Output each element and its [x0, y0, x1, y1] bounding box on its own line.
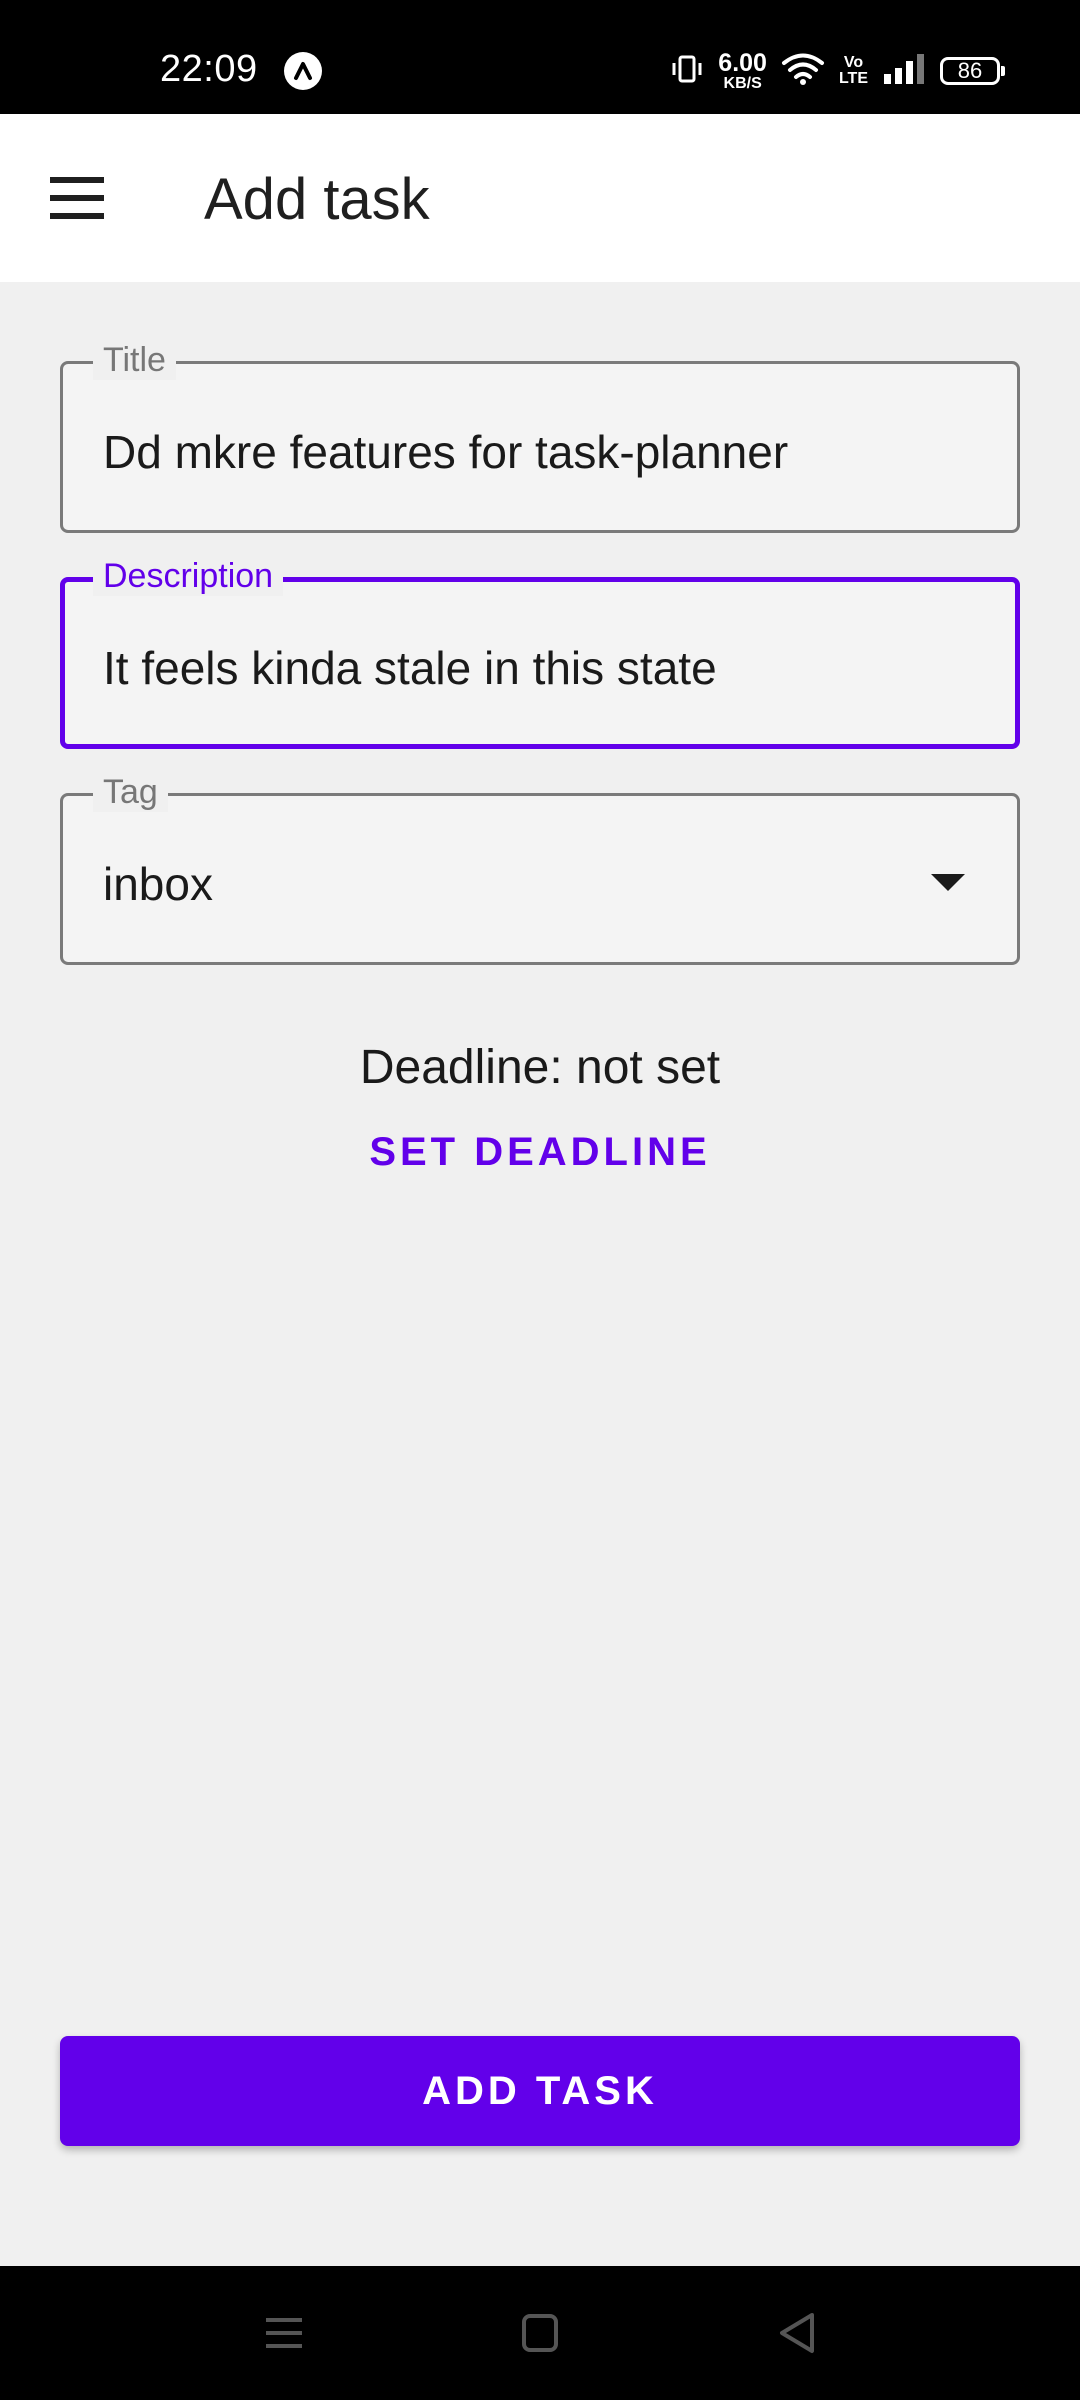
description-field-value[interactable]: It feels kinda stale in this state — [103, 640, 717, 696]
add-task-button[interactable]: ADD TASK — [60, 2036, 1020, 2146]
deadline-status: Deadline: not set — [359, 1041, 721, 1094]
title-field-label: Title — [93, 340, 176, 380]
page-title: Add task — [204, 167, 430, 232]
signal-icon — [882, 52, 926, 91]
app-bar: Add task — [0, 114, 1080, 282]
tag-field-label: Tag — [93, 772, 168, 812]
wifi-icon — [781, 52, 825, 91]
status-bar: 22:09 6.00 KB/S Vo LTE 86 — [0, 0, 1080, 114]
volte-indicator: Vo LTE — [838, 54, 868, 87]
title-field-value[interactable]: Dd mkre features for task-planner — [103, 424, 788, 480]
back-icon[interactable] — [768, 2306, 828, 2360]
recent-apps-icon[interactable] — [254, 2306, 314, 2360]
system-navigation-bar — [0, 2266, 1080, 2400]
tag-field-value[interactable]: inbox — [103, 856, 213, 912]
status-icons: 6.00 KB/S Vo LTE 86 — [670, 46, 1005, 96]
tag-dropdown[interactable]: Tag inbox — [60, 772, 1020, 965]
battery-icon: 86 — [940, 57, 1005, 85]
dropdown-arrow-icon[interactable] — [931, 874, 965, 891]
network-speed: 6.00 KB/S — [718, 48, 767, 92]
description-field[interactable]: Description It feels kinda stale in this… — [60, 556, 1020, 749]
status-time: 22:09 — [160, 48, 258, 90]
battery-level: 86 — [957, 58, 983, 83]
home-icon[interactable] — [510, 2306, 570, 2360]
title-field[interactable]: Title Dd mkre features for task-planner — [60, 340, 1020, 533]
description-field-label: Description — [93, 556, 284, 596]
hamburger-menu-icon[interactable] — [44, 174, 112, 222]
set-deadline-button[interactable]: SET DEADLINE — [340, 1130, 740, 1175]
notification-app-icon — [284, 52, 322, 90]
vibrate-icon — [670, 52, 704, 91]
